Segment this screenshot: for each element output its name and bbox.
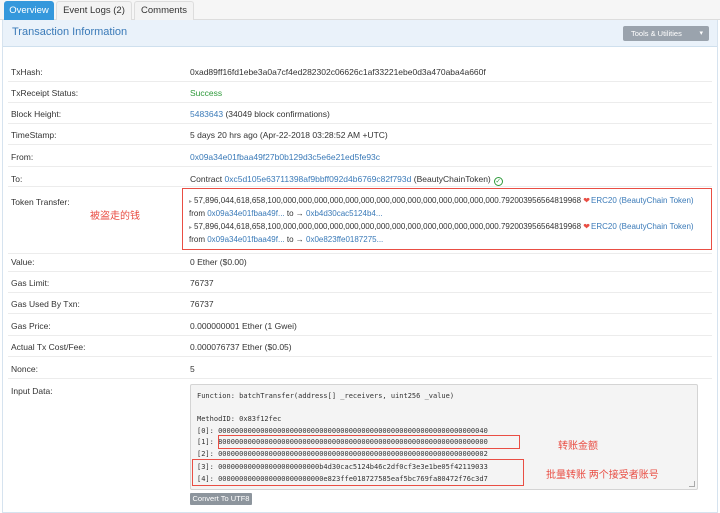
transfer-amount: 57,896,044,618,658,100,000,000,000,000,0…	[194, 222, 582, 231]
tx-cost-label: Actual Tx Cost/Fee:	[11, 342, 86, 352]
status-label: TxReceipt Status:	[11, 88, 79, 98]
txhash-label: TxHash:	[11, 67, 43, 77]
transfer-to-link[interactable]: 0x0e823ffe0187275...	[306, 235, 383, 244]
from-word: from	[189, 209, 208, 218]
contract-name: (BeautyChainToken)	[411, 174, 491, 184]
tx-cost-value: 0.000076737 Ether ($0.05)	[190, 342, 292, 352]
timestamp-label: TimeStamp:	[11, 130, 57, 140]
from-word: from	[189, 235, 208, 244]
tools-label: Tools & Utilities	[631, 29, 682, 38]
divider	[8, 253, 712, 254]
divider	[8, 271, 712, 272]
input-data-label: Input Data:	[11, 386, 53, 396]
divider	[8, 356, 712, 357]
transfer-to-link[interactable]: 0xb4d30cac5124b4...	[306, 209, 383, 218]
timestamp-value: 5 days 20 hrs ago (Apr-22-2018 03:28:52 …	[190, 130, 388, 140]
page-title: Transaction Information	[12, 26, 128, 38]
gas-limit-value: 76737	[190, 278, 214, 288]
gas-price-value: 0.000000001 Ether (1 Gwei)	[190, 321, 297, 331]
bullet-icon: ▸	[189, 199, 193, 205]
receivers-highlight	[192, 459, 524, 486]
divider	[8, 81, 712, 82]
transfer-amount-row: ▸ 57,896,044,618,658,100,000,000,000,000,…	[189, 196, 694, 205]
block-label: Block Height:	[11, 109, 62, 119]
gas-price-label: Gas Price:	[11, 321, 51, 331]
arrow-right-icon: →	[295, 235, 306, 244]
status-value: Success	[190, 88, 223, 98]
divider	[8, 123, 712, 124]
block-confirmations: (34049 block confirmations)	[223, 109, 330, 119]
from-address-link[interactable]: 0x09a34e01fbaa49f27b0b129d3c5e6e21ed5fe9…	[190, 152, 380, 162]
divider	[8, 292, 712, 293]
txhash-value: 0xad89ff16fd1ebe3a0a7cf4ed282302c06626c1…	[190, 67, 486, 77]
tab-overview[interactable]: Overview	[4, 1, 54, 20]
gas-limit-label: Gas Limit:	[11, 278, 50, 288]
contract-address-link[interactable]: 0xc5d105e63711398af9bbff092d4b6769c82f79…	[225, 174, 412, 184]
input-function: Function: batchTransfer(address[] _recei…	[197, 392, 455, 400]
tab-event-logs[interactable]: Event Logs (2)	[56, 1, 132, 20]
from-label: From:	[11, 152, 34, 162]
verified-check-icon: ✓	[493, 177, 503, 186]
amount-highlight	[218, 435, 520, 449]
chevron-down-icon: ▾	[699, 30, 703, 37]
divider	[8, 335, 712, 336]
to-value: Contract 0xc5d105e63711398af9bbff092d4b6…	[190, 174, 503, 186]
to-word: to	[284, 235, 296, 244]
arrow-right-icon: →	[295, 209, 306, 218]
transfer-from-link[interactable]: 0x09a34e01fbaa49f...	[207, 209, 284, 218]
tab-bar: Overview Event Logs (2) Comments	[0, 0, 720, 20]
transfer-amount-row: ▸ 57,896,044,618,658,100,000,000,000,000,…	[189, 222, 694, 231]
heart-icon: ❤	[583, 196, 590, 205]
to-label: To:	[11, 174, 23, 184]
divider	[8, 313, 712, 314]
heart-icon: ❤	[583, 222, 590, 231]
annotation-batch: 批量转账 两个接受者账号	[546, 470, 659, 481]
nonce-label: Nonce:	[11, 364, 38, 374]
input-method-id: MethodID: 0x83f12fec	[197, 415, 282, 423]
block-link[interactable]: 5483643	[190, 109, 223, 119]
transfer-parties-row: from 0x09a34e01fbaa49f... to → 0x0e823ff…	[189, 235, 383, 244]
token-transfer-highlight: ▸ 57,896,044,618,658,100,000,000,000,000,…	[182, 188, 712, 250]
divider	[8, 102, 712, 103]
token-transfer-label: Token Transfer:	[11, 197, 70, 207]
divider	[8, 144, 712, 145]
input-line: [2]: 00000000000000000000000000000000000…	[197, 450, 488, 458]
annotation-amount: 转账金额	[558, 441, 598, 452]
annotation-stolen: 被盗走的钱	[90, 211, 140, 222]
value-value: 0 Ether ($0.00)	[190, 257, 247, 267]
value-label: Value:	[11, 257, 35, 267]
panel-header: Transaction Information Tools & Utilitie…	[3, 20, 717, 47]
gas-used-value: 76737	[190, 299, 214, 309]
gas-used-label: Gas Used By Txn:	[11, 299, 80, 309]
to-word: to	[284, 209, 296, 218]
token-link[interactable]: ERC20 (BeautyChain Token)	[591, 222, 694, 231]
resize-handle-icon[interactable]	[689, 481, 695, 487]
transfer-amount: 57,896,044,618,658,100,000,000,000,000,0…	[194, 196, 582, 205]
divider	[8, 378, 712, 379]
divider	[8, 166, 712, 167]
tools-utilities-button[interactable]: Tools & Utilities ▾	[623, 26, 709, 41]
token-link[interactable]: ERC20 (BeautyChain Token)	[591, 196, 694, 205]
tab-comments[interactable]: Comments	[134, 1, 194, 20]
nonce-value: 5	[190, 364, 195, 374]
input-line: [0]: 00000000000000000000000000000000000…	[197, 427, 488, 435]
transfer-from-link[interactable]: 0x09a34e01fbaa49f...	[207, 235, 284, 244]
transfer-parties-row: from 0x09a34e01fbaa49f... to → 0xb4d30ca…	[189, 209, 383, 218]
contract-prefix: Contract	[190, 174, 225, 184]
divider	[8, 186, 712, 187]
convert-utf8-button[interactable]: Convert To UTF8	[190, 493, 252, 505]
block-value: 5483643 (34049 block confirmations)	[190, 109, 330, 119]
bullet-icon: ▸	[189, 225, 193, 231]
